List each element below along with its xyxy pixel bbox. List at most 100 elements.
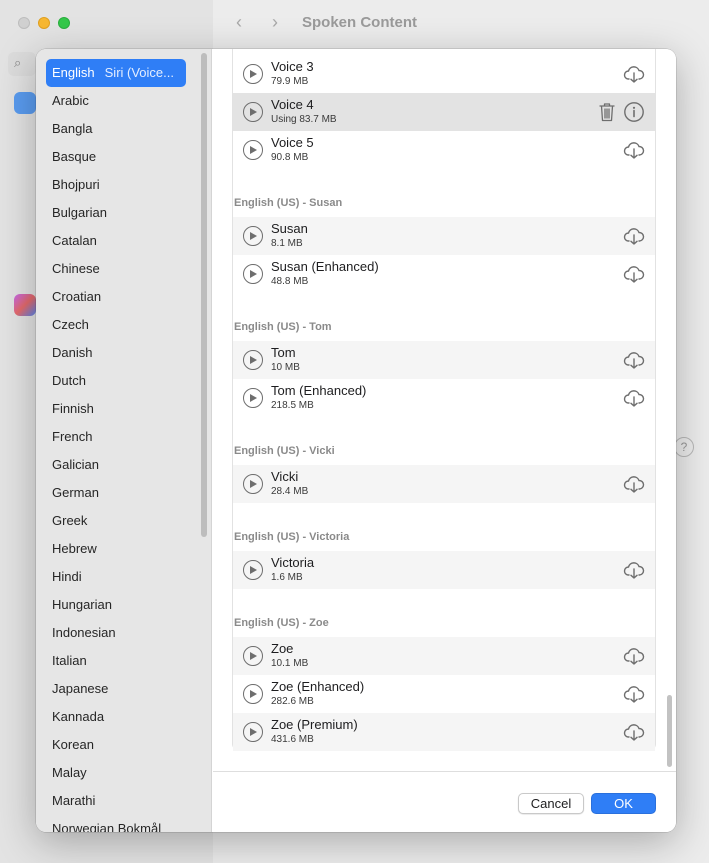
language-item-bangla[interactable]: Bangla xyxy=(46,115,186,143)
voice-name: Voice 3 xyxy=(271,59,314,74)
play-icon[interactable] xyxy=(243,64,263,84)
voice-row[interactable]: Vicki 28.4 MB xyxy=(233,465,655,503)
voice-size: 8.1 MB xyxy=(271,238,303,249)
language-sub-label: Siri (Voice... xyxy=(104,65,174,80)
language-item-french[interactable]: French xyxy=(46,423,186,451)
voice-row[interactable]: Victoria 1.6 MB xyxy=(233,551,655,589)
voice-row[interactable]: Zoe (Enhanced) 282.6 MB xyxy=(233,675,655,713)
cloud-download-icon[interactable] xyxy=(623,139,645,161)
voice-group-header: English (US) - Vicki xyxy=(234,445,335,457)
cloud-download-icon[interactable] xyxy=(623,387,645,409)
zoom-window-button[interactable] xyxy=(58,17,70,29)
voice-manager-sheet: English Siri (Voice... Arabic Bangla Basque… xyxy=(36,49,676,832)
play-icon[interactable] xyxy=(243,684,263,704)
language-list-scrollbar[interactable] xyxy=(201,53,207,537)
language-item-german[interactable]: German xyxy=(46,479,186,507)
voice-row[interactable]: Zoe 10.1 MB xyxy=(233,637,655,675)
play-icon[interactable] xyxy=(243,646,263,666)
language-item-bhojpuri[interactable]: Bhojpuri xyxy=(46,171,186,199)
language-item-finnish[interactable]: Finnish xyxy=(46,395,186,423)
language-item-english[interactable]: English Siri (Voice... xyxy=(46,59,186,87)
voice-row[interactable]: Susan (Enhanced) 48.8 MB xyxy=(233,255,655,293)
voice-row[interactable]: Voice 3 79.9 MB xyxy=(233,55,655,93)
minimize-window-button[interactable] xyxy=(38,17,50,29)
voice-group-header: English (US) - Victoria xyxy=(234,531,350,543)
voice-row[interactable]: Zoe (Premium) 431.6 MB xyxy=(233,713,655,751)
voice-list-pane[interactable]: Voice 3 79.9 MB Voice 4 Using 83.7 MB Voice … xyxy=(213,49,676,771)
play-icon[interactable] xyxy=(243,140,263,160)
window-title: Spoken Content xyxy=(302,14,417,31)
trash-icon[interactable] xyxy=(597,101,617,123)
language-item-hindi[interactable]: Hindi xyxy=(46,563,186,591)
cloud-download-icon[interactable] xyxy=(623,645,645,667)
voice-list: Voice 3 79.9 MB Voice 4 Using 83.7 MB Voice … xyxy=(232,49,656,751)
language-item-indonesian[interactable]: Indonesian xyxy=(46,619,186,647)
language-label: English xyxy=(52,65,95,80)
language-item-kannada[interactable]: Kannada xyxy=(46,703,186,731)
language-item-chinese[interactable]: Chinese xyxy=(46,255,186,283)
play-icon[interactable] xyxy=(243,226,263,246)
help-button[interactable]: ? xyxy=(674,437,694,457)
language-item-catalan[interactable]: Catalan xyxy=(46,227,186,255)
voice-row[interactable]: Tom (Enhanced) 218.5 MB xyxy=(233,379,655,417)
voice-name: Tom (Enhanced) xyxy=(271,383,367,398)
play-icon[interactable] xyxy=(243,722,263,742)
cloud-download-icon[interactable] xyxy=(623,263,645,285)
language-item-marathi[interactable]: Marathi xyxy=(46,787,186,815)
cloud-download-icon[interactable] xyxy=(623,225,645,247)
language-item-italian[interactable]: Italian xyxy=(46,647,186,675)
siri-icon[interactable] xyxy=(14,294,36,316)
voice-row[interactable]: Voice 5 90.8 MB xyxy=(233,131,655,169)
voice-size: 10.1 MB xyxy=(271,658,309,669)
language-item-greek[interactable]: Greek xyxy=(46,507,186,535)
voice-name: Zoe (Premium) xyxy=(271,717,358,732)
language-item-galician[interactable]: Galician xyxy=(46,451,186,479)
language-item-dutch[interactable]: Dutch xyxy=(46,367,186,395)
voice-size: 28.4 MB xyxy=(271,486,309,497)
language-item-hebrew[interactable]: Hebrew xyxy=(46,535,186,563)
language-item-arabic[interactable]: Arabic xyxy=(46,87,186,115)
info-icon[interactable] xyxy=(623,101,645,123)
close-window-button[interactable] xyxy=(18,17,30,29)
language-item-japanese[interactable]: Japanese xyxy=(46,675,186,703)
language-item-croatian[interactable]: Croatian xyxy=(46,283,186,311)
play-icon[interactable] xyxy=(243,474,263,494)
voice-row[interactable]: Voice 4 Using 83.7 MB xyxy=(233,93,655,131)
language-item-malay[interactable]: Malay xyxy=(46,759,186,787)
voice-size: 90.8 MB xyxy=(271,152,309,163)
language-item-danish[interactable]: Danish xyxy=(46,339,186,367)
voice-name: Zoe xyxy=(271,641,294,656)
back-chevron-icon[interactable]: ‹ xyxy=(236,12,242,33)
language-item-hungarian[interactable]: Hungarian xyxy=(46,591,186,619)
play-icon[interactable] xyxy=(243,388,263,408)
play-icon[interactable] xyxy=(243,350,263,370)
cloud-download-icon[interactable] xyxy=(623,683,645,705)
search-icon[interactable]: ⌕ xyxy=(8,52,36,76)
play-icon[interactable] xyxy=(243,102,263,122)
language-item-norwegian-bokm-l[interactable]: Norwegian Bokmål xyxy=(46,815,186,832)
language-item-basque[interactable]: Basque xyxy=(46,143,186,171)
ok-button[interactable]: OK xyxy=(591,793,656,814)
language-list[interactable]: English Siri (Voice... Arabic Bangla Basque… xyxy=(36,49,212,832)
language-item-korean[interactable]: Korean xyxy=(46,731,186,759)
voice-row[interactable]: Tom 10 MB xyxy=(233,341,655,379)
voice-row[interactable]: Susan 8.1 MB xyxy=(233,217,655,255)
voice-name: Susan (Enhanced) xyxy=(271,259,379,274)
voice-name: Susan xyxy=(271,221,308,236)
voice-list-scrollbar[interactable] xyxy=(667,695,672,767)
cloud-download-icon[interactable] xyxy=(623,721,645,743)
cancel-button[interactable]: Cancel xyxy=(518,793,584,814)
cloud-download-icon[interactable] xyxy=(623,63,645,85)
play-icon[interactable] xyxy=(243,264,263,284)
voice-size: 10 MB xyxy=(271,362,300,373)
language-item-bulgarian[interactable]: Bulgarian xyxy=(46,199,186,227)
cloud-download-icon[interactable] xyxy=(623,349,645,371)
cloud-download-icon[interactable] xyxy=(623,473,645,495)
voice-group-header: English (US) - Susan xyxy=(234,197,343,209)
language-item-czech[interactable]: Czech xyxy=(46,311,186,339)
accessibility-icon[interactable] xyxy=(14,92,36,114)
cloud-download-icon[interactable] xyxy=(623,559,645,581)
voice-group-header: English (US) - Tom xyxy=(234,321,332,333)
forward-chevron-icon[interactable]: › xyxy=(272,12,278,33)
play-icon[interactable] xyxy=(243,560,263,580)
